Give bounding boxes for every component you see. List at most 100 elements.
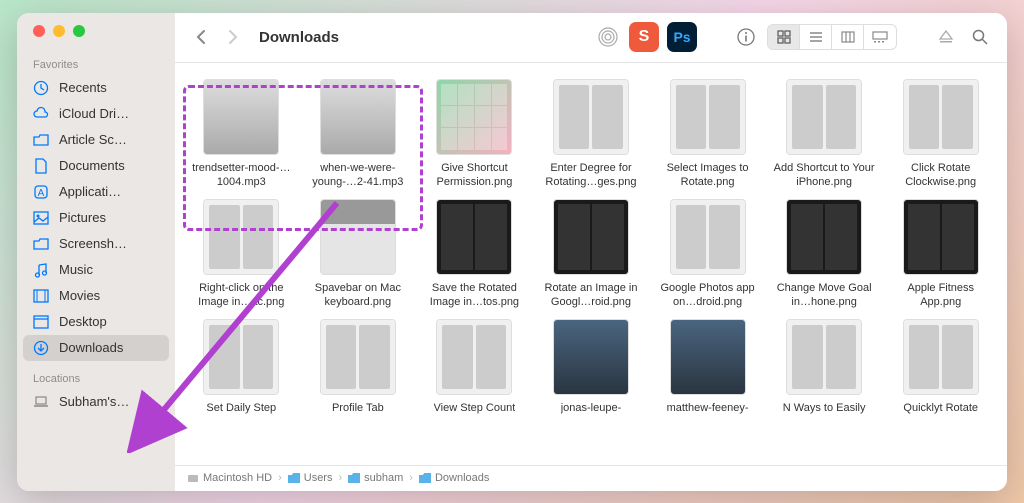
file-thumbnail [436, 79, 512, 155]
file-label: Select Images to Rotate.png [653, 161, 763, 189]
sidebar-item-label: Recents [59, 80, 107, 95]
window-controls [17, 25, 175, 55]
minimize-button[interactable] [53, 25, 65, 37]
file-item[interactable]: Select Images to Rotate.png [651, 79, 764, 189]
file-label: Profile Tab [332, 401, 384, 415]
path-bar: Macintosh HD › Users › subham › Download… [175, 465, 1007, 491]
file-label: Google Photos app on…droid.png [653, 281, 763, 309]
sidebar-item-pictures[interactable]: Pictures [17, 205, 175, 231]
sidebar-item-label: Applicati… [59, 184, 121, 199]
sidebar-item-music[interactable]: Music [17, 257, 175, 283]
view-switcher [767, 24, 897, 50]
finder-window: Favorites RecentsiCloud Dri…Article Sc…D… [17, 13, 1007, 491]
file-thumbnail [320, 319, 396, 395]
search-button[interactable] [967, 24, 993, 50]
sidebar-item-label: Downloads [59, 340, 123, 355]
file-label: Click Rotate Clockwise.png [886, 161, 996, 189]
sidebar-location[interactable]: Subham's… [17, 389, 175, 415]
file-thumbnail [553, 319, 629, 395]
file-label: Spavebar on Mac keyboard.png [303, 281, 413, 309]
file-thumbnail [903, 79, 979, 155]
path-segment[interactable]: subham [348, 472, 403, 484]
cloud-icon [33, 106, 49, 122]
airdrop-icon[interactable] [595, 24, 621, 50]
file-item[interactable]: Profile Tab [302, 319, 415, 415]
sidebar-item-screensh[interactable]: Screensh… [17, 231, 175, 257]
locations-label: Locations [17, 369, 175, 389]
path-segment[interactable]: Macintosh HD [187, 472, 272, 484]
file-item[interactable]: Google Photos app on…droid.png [651, 199, 764, 309]
eject-button[interactable] [933, 24, 959, 50]
close-button[interactable] [33, 25, 45, 37]
file-grid-area[interactable]: trendsetter-mood-…1004.mp3when-we-were-y… [175, 63, 1007, 465]
sidebar-item-label: Music [59, 262, 93, 277]
app-icon-photoshop[interactable]: Ps [667, 22, 697, 52]
back-button[interactable] [189, 25, 213, 49]
sidebar-item-movies[interactable]: Movies [17, 283, 175, 309]
file-item[interactable]: when-we-were-young-…2-41.mp3 [302, 79, 415, 189]
file-item[interactable]: trendsetter-mood-…1004.mp3 [185, 79, 298, 189]
forward-button[interactable] [221, 25, 245, 49]
file-label: Set Daily Step [206, 401, 276, 415]
file-thumbnail [786, 199, 862, 275]
file-thumbnail [203, 319, 279, 395]
info-button[interactable] [733, 24, 759, 50]
sidebar-item-desktop[interactable]: Desktop [17, 309, 175, 335]
window-title: Downloads [259, 29, 339, 46]
list-view-button[interactable] [800, 25, 832, 49]
icon-view-button[interactable] [768, 25, 800, 49]
download-icon [33, 340, 49, 356]
file-item[interactable]: Enter Degree for Rotating…ges.png [535, 79, 648, 189]
file-item[interactable]: N Ways to Easily [768, 319, 881, 415]
zoom-button[interactable] [73, 25, 85, 37]
file-item[interactable]: Spavebar on Mac keyboard.png [302, 199, 415, 309]
file-label: Add Shortcut to Your iPhone.png [769, 161, 879, 189]
file-item[interactable]: matthew-feeney- [651, 319, 764, 415]
file-thumbnail [670, 199, 746, 275]
file-item[interactable]: View Step Count [418, 319, 531, 415]
file-item[interactable]: Save the Rotated Image in…tos.png [418, 199, 531, 309]
file-item[interactable]: Give Shortcut Permission.png [418, 79, 531, 189]
file-item[interactable]: Quicklyt Rotate [884, 319, 997, 415]
folder-icon [33, 132, 49, 148]
file-item[interactable]: Click Rotate Clockwise.png [884, 79, 997, 189]
sidebar-item-applicati[interactable]: A Applicati… [17, 179, 175, 205]
chevron-right-icon: › [278, 472, 282, 484]
sidebar-item-recents[interactable]: Recents [17, 75, 175, 101]
movie-icon [33, 288, 49, 304]
file-thumbnail [903, 319, 979, 395]
sidebar-item-label: Subham's… [59, 394, 129, 409]
file-thumbnail [786, 79, 862, 155]
file-item[interactable]: Rotate an Image in Googl…roid.png [535, 199, 648, 309]
svg-text:A: A [38, 188, 45, 199]
file-item[interactable]: Add Shortcut to Your iPhone.png [768, 79, 881, 189]
sidebar-item-articlesc[interactable]: Article Sc… [17, 127, 175, 153]
favorites-label: Favorites [17, 55, 175, 75]
file-item[interactable]: Apple Fitness App.png [884, 199, 997, 309]
file-thumbnail [203, 199, 279, 275]
file-item[interactable]: jonas-leupe- [535, 319, 648, 415]
sidebar-item-label: Desktop [59, 314, 107, 329]
file-label: Save the Rotated Image in…tos.png [419, 281, 529, 309]
path-segment[interactable]: Downloads [419, 472, 489, 484]
sidebar-item-iclouddri[interactable]: iCloud Dri… [17, 101, 175, 127]
file-label: Enter Degree for Rotating…ges.png [536, 161, 646, 189]
file-item[interactable]: Change Move Goal in…hone.png [768, 199, 881, 309]
file-label: Rotate an Image in Googl…roid.png [536, 281, 646, 309]
column-view-button[interactable] [832, 25, 864, 49]
file-label: when-we-were-young-…2-41.mp3 [303, 161, 413, 189]
app-icon-s[interactable]: S [629, 22, 659, 52]
file-label: N Ways to Easily [783, 401, 866, 415]
desktop-icon [33, 314, 49, 330]
path-segment[interactable]: Users [288, 472, 333, 484]
file-thumbnail [903, 199, 979, 275]
file-item[interactable]: Right-click on the Image in…ac.png [185, 199, 298, 309]
file-item[interactable]: Set Daily Step [185, 319, 298, 415]
clock-icon [33, 80, 49, 96]
sidebar-item-downloads[interactable]: Downloads [23, 335, 169, 361]
sidebar-item-documents[interactable]: Documents [17, 153, 175, 179]
file-label: trendsetter-mood-…1004.mp3 [186, 161, 296, 189]
file-label: Change Move Goal in…hone.png [769, 281, 879, 309]
gallery-view-button[interactable] [864, 25, 896, 49]
picture-icon [33, 210, 49, 226]
